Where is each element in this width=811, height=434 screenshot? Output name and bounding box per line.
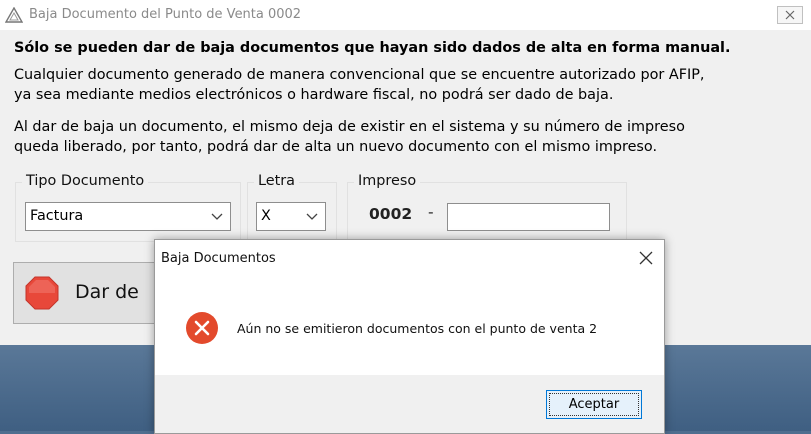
letra-label: Letra [254,173,299,189]
aceptar-button[interactable]: Aceptar [546,390,642,419]
tipo-documento-value: Factura [30,208,84,224]
letra-select[interactable]: X [256,202,326,231]
dialog-message: Aún no se emitieron documentos con el pu… [237,321,598,336]
impreso-input[interactable] [447,203,610,231]
chevron-down-icon [211,213,223,220]
impreso-prefix: 0002 [369,205,413,223]
title-bar: Baja Documento del Punto de Venta 0002 [0,0,811,30]
notice-line: queda liberado, por tanto, podrá dar de … [14,139,658,155]
app-logo-icon [5,7,23,23]
error-icon [186,312,218,344]
tipo-documento-label: Tipo Documento [22,173,149,189]
notice-heading: Sólo se pueden dar de baja documentos qu… [14,40,731,56]
notice-text: Sólo se pueden dar de baja documentos qu… [14,38,804,157]
window-close-button[interactable] [777,6,803,24]
tipo-documento-select[interactable]: Factura [25,202,231,231]
impreso-label: Impreso [354,173,421,189]
impreso-separator: - [428,203,434,221]
stop-icon [25,276,59,310]
chevron-down-icon [306,213,318,220]
error-dialog: Baja Documentos Aún no se emitieron docu… [154,239,665,434]
dialog-title: Baja Documentos [161,251,276,266]
notice-line: ya sea mediante medios electrónicos o ha… [14,87,614,103]
close-icon[interactable] [638,250,654,266]
dar-de-baja-label: Dar de [75,281,139,303]
window-title: Baja Documento del Punto de Venta 0002 [29,7,302,22]
letra-value: X [261,208,271,224]
notice-line: Cualquier documento generado de manera c… [14,67,705,83]
dialog-footer: Aceptar [155,375,664,433]
close-icon [785,10,795,20]
notice-line: Al dar de baja un documento, el mismo de… [14,119,685,135]
